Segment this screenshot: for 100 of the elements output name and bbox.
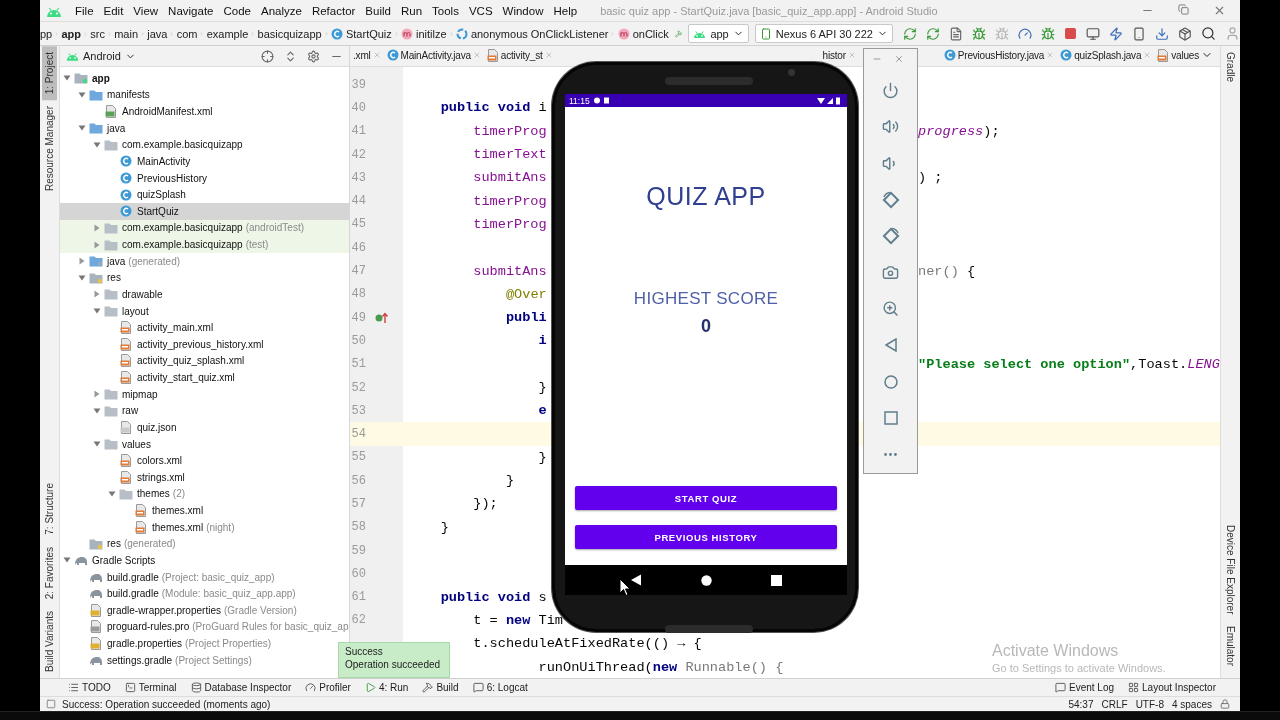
close-icon[interactable]: [1213, 4, 1226, 17]
breadcrumb-item[interactable]: onClick: [617, 27, 669, 40]
back-button[interactable]: [629, 574, 642, 586]
tree-item[interactable]: mipmap: [60, 385, 158, 403]
tool-window-tab[interactable]: 2: Favorites: [42, 540, 57, 606]
collapsed-arrow-icon[interactable]: [93, 390, 101, 399]
app-button[interactable]: START QUIZ: [575, 486, 837, 510]
tree-item[interactable]: app: [60, 70, 110, 87]
power-icon[interactable]: [882, 81, 899, 99]
menu-item[interactable]: File: [70, 4, 99, 17]
tool-window-button[interactable]: 6: Logcat: [472, 682, 528, 693]
menu-item[interactable]: Refactor: [306, 4, 361, 17]
tree-item[interactable]: themes.xml (night): [60, 518, 235, 536]
tree-item[interactable]: layout: [60, 302, 149, 320]
tree-item[interactable]: MainActivity: [60, 153, 191, 170]
expanded-arrow-icon[interactable]: [63, 556, 71, 565]
app-button[interactable]: PREVIOUS HISTORY: [575, 525, 837, 549]
tree-item[interactable]: raw: [60, 402, 139, 420]
editor-tab[interactable]: MainActivity.java: [383, 46, 484, 66]
home-circle-icon[interactable]: [883, 374, 898, 389]
debug-icon[interactable]: [971, 26, 986, 41]
breadcrumb-item[interactable]: main: [114, 27, 139, 40]
tree-item[interactable]: activity_main.xml: [60, 319, 214, 336]
tree-item[interactable]: quiz.json: [60, 419, 177, 436]
collapse-icon[interactable]: [284, 49, 297, 63]
tool-window-button[interactable]: Build: [422, 682, 459, 693]
tool-window-tab[interactable]: Build Variants: [42, 605, 57, 678]
zoom-in-icon[interactable]: [882, 300, 899, 318]
editor-tab[interactable]: .xml: [350, 46, 384, 66]
expanded-arrow-icon[interactable]: [93, 440, 101, 449]
camera-icon[interactable]: [882, 264, 899, 281]
menu-item[interactable]: Run: [395, 4, 428, 17]
tool-window-tab[interactable]: Emulator: [1223, 620, 1238, 672]
editor-tab[interactable]: quizSplash.java: [1057, 46, 1155, 66]
tree-item[interactable]: com.example.basicquizapp (test): [60, 236, 349, 253]
menu-item[interactable]: View: [128, 4, 164, 17]
tree-item[interactable]: colors.xml: [60, 452, 182, 469]
tree-item[interactable]: gradle-wrapper.properties (Gradle Version): [60, 602, 297, 619]
tree-item[interactable]: values: [60, 435, 151, 453]
collapsed-arrow-icon[interactable]: [93, 290, 101, 299]
tree-item[interactable]: gradle.properties (Project Properties): [60, 635, 272, 652]
status-item[interactable]: UTF-8: [1135, 698, 1164, 710]
rotate-icon[interactable]: [881, 227, 900, 246]
close-icon[interactable]: [894, 54, 904, 64]
menu-item[interactable]: Analyze: [255, 4, 307, 17]
tool-window-tab[interactable]: Resource Manager: [42, 100, 57, 198]
status-item[interactable]: CRLF: [1101, 698, 1128, 710]
tree-item[interactable]: themes.xml: [60, 502, 204, 519]
device-dropdown[interactable]: Nexus 6 API 30 222: [754, 24, 893, 43]
editor-tab[interactable]: histor: [819, 46, 859, 66]
tree-item[interactable]: proguard-rules.pro (ProGuard Rules for basic_quiz_ap: [60, 618, 349, 636]
tree-item[interactable]: strings.xml: [60, 469, 185, 486]
status-item[interactable]: 4 spaces: [1171, 698, 1212, 710]
tree-item[interactable]: Gradle Scripts: [60, 552, 156, 569]
menu-item[interactable]: Navigate: [163, 4, 219, 17]
settings-icon[interactable]: [307, 49, 320, 63]
tree-item[interactable]: themes (2): [60, 485, 186, 503]
menu-item[interactable]: Help: [548, 4, 583, 17]
tree-item[interactable]: com.example.basicquizapp: [60, 136, 243, 154]
menu-item[interactable]: VCS: [463, 4, 498, 17]
menu-item[interactable]: Window: [497, 4, 549, 17]
editor-tab[interactable]: PreviousHistory.java: [940, 46, 1058, 66]
breadcrumb-item[interactable]: java: [147, 27, 168, 40]
tree-item[interactable]: res: [60, 269, 121, 287]
breadcrumb-item[interactable]: anonymous OnClickListener: [455, 27, 609, 40]
menu-item[interactable]: Build: [360, 4, 396, 17]
breadcrumb-item[interactable]: src: [90, 27, 105, 40]
breadcrumb-item[interactable]: app: [61, 27, 82, 40]
breadcrumb-item[interactable]: initilze: [401, 27, 447, 40]
expanded-arrow-icon[interactable]: [93, 307, 101, 316]
tool-window-button[interactable]: 4: Run: [364, 682, 409, 693]
tool-window-button[interactable]: Terminal: [124, 682, 177, 693]
editor-tab[interactable]: activity_st: [483, 46, 556, 66]
rerun-icon[interactable]: [902, 26, 917, 41]
breadcrumb-item[interactable]: com: [176, 27, 198, 40]
tree-item[interactable]: PreviousHistory: [60, 169, 208, 187]
breadcrumb-item[interactable]: StartQuiz: [330, 27, 392, 40]
override-icon[interactable]: [375, 311, 389, 324]
tree-item[interactable]: StartQuiz: [60, 203, 349, 220]
breadcrumb-item[interactable]: pp: [40, 27, 53, 40]
package-icon[interactable]: [1177, 26, 1192, 41]
tree-item[interactable]: java: [60, 119, 126, 137]
tree-item[interactable]: build.gradle (Module: basic_quiz_app.app): [60, 585, 296, 602]
menu-item[interactable]: Tools: [427, 4, 464, 17]
tree-item[interactable]: java (generated): [60, 252, 181, 270]
project-view-label[interactable]: Android: [83, 50, 121, 62]
tree-item[interactable]: manifests: [60, 86, 150, 104]
expanded-arrow-icon[interactable]: [78, 273, 86, 282]
tree-item[interactable]: activity_previous_history.xml: [60, 336, 264, 353]
tool-window-button[interactable]: Event Log: [1055, 682, 1115, 693]
expanded-arrow-icon[interactable]: [93, 406, 101, 415]
run-configuration-dropdown[interactable]: app: [688, 24, 749, 43]
breadcrumb-item[interactable]: example: [206, 27, 249, 40]
overview-square-icon[interactable]: [883, 411, 898, 426]
search-icon[interactable]: [1200, 26, 1216, 41]
stop-icon[interactable]: [1063, 27, 1077, 40]
tool-window-tab[interactable]: 1: Project: [42, 46, 57, 101]
status-item[interactable]: 54:37: [1068, 698, 1094, 710]
tool-window-tab[interactable]: Gradle: [1223, 46, 1238, 88]
tree-item[interactable]: AndroidManifest.xml: [60, 103, 213, 120]
